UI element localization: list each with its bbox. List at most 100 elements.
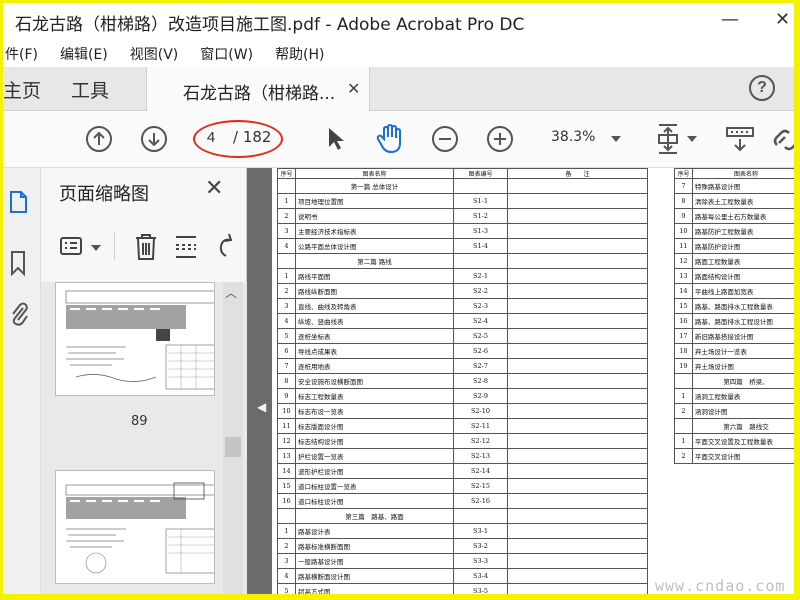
- scroll-mode-button[interactable]: [725, 125, 755, 157]
- table-row: 14 波形护栏设计图 S2-14: [277, 463, 648, 479]
- name-cell: 道口标柱设计图: [295, 493, 454, 509]
- table-row: 8 清除表土工程数量表: [674, 193, 794, 209]
- name-cell: 路基防护设计图: [691, 238, 794, 254]
- help-button[interactable]: ?: [749, 75, 775, 101]
- remark-cell: [507, 208, 648, 224]
- fit-page-icon: [658, 124, 678, 154]
- document-view[interactable]: ◀ 序号 图表名称 图表编号 备 注 第一篇 总体设计 1 项目地理位置图 S1-1 2…: [247, 168, 794, 594]
- section-row: 第六篇 路线交: [674, 418, 794, 434]
- code-cell: S3-2: [453, 538, 508, 554]
- menu-help[interactable]: 帮助(H): [275, 44, 324, 64]
- rotate-pages-button[interactable]: [213, 232, 239, 266]
- seq-cell: 7: [674, 178, 693, 194]
- code-cell: S2-16: [453, 493, 508, 509]
- options-dropdown-icon[interactable]: [91, 245, 101, 251]
- close-panel-icon[interactable]: ✕: [205, 176, 223, 201]
- page-thumbnails-icon: [10, 191, 27, 213]
- menu-file[interactable]: 件(F): [5, 44, 38, 64]
- minimize-button[interactable]: —: [721, 9, 739, 30]
- scroll-up-icon[interactable]: ︿: [225, 284, 237, 301]
- next-page-button[interactable]: [141, 126, 167, 152]
- remark-cell: [507, 223, 648, 239]
- seq-cell: 4: [277, 568, 296, 584]
- previous-page-button[interactable]: [86, 126, 112, 152]
- name-cell: 路面工程数量表: [691, 253, 794, 269]
- remark-cell: [507, 448, 648, 464]
- zoom-out-button[interactable]: [432, 126, 458, 152]
- remark-cell: [507, 583, 648, 594]
- name-cell: 路基、路面排水工程数量表: [691, 298, 794, 314]
- attachments-tool[interactable]: [9, 300, 29, 332]
- page-thumbnails-tool[interactable]: [8, 190, 28, 218]
- remark-cell: [507, 568, 648, 584]
- seq-cell: 8: [674, 193, 693, 209]
- col-remark-header: 备 注: [507, 168, 648, 179]
- remark-cell: [507, 418, 648, 434]
- collapse-pane-icon[interactable]: ◀: [257, 400, 266, 414]
- col-name-header: 图表名称: [295, 168, 454, 179]
- table-row: 13 护栏设置一览表 S2-13: [277, 448, 648, 464]
- remark-cell: [507, 313, 648, 329]
- table-row: 3 主要经济技术指标表 S1-3: [277, 223, 648, 239]
- zoom-level[interactable]: 38.3%: [551, 129, 595, 145]
- watermark: www.cndao.com: [655, 577, 786, 595]
- col-seq-header: 序号: [674, 168, 693, 179]
- page-fit-button[interactable]: [655, 123, 681, 159]
- delete-pages-button[interactable]: [133, 232, 159, 266]
- name-cell: 公路平面总体设计图: [295, 238, 454, 254]
- name-cell: 路基每公里土石方数量表: [691, 208, 794, 224]
- zoom-in-button[interactable]: [487, 126, 513, 152]
- seq-cell: 1: [674, 433, 693, 449]
- name-cell: 平曲线上路面加宽表: [691, 283, 794, 299]
- fit-dropdown-icon[interactable]: [687, 136, 697, 142]
- seq-cell: 3: [277, 298, 296, 314]
- page-thumbnail-89[interactable]: [55, 282, 215, 396]
- extract-pages-button[interactable]: [173, 232, 199, 266]
- hand-tool-button[interactable]: [375, 123, 405, 159]
- tab-document[interactable]: 石龙古路（柑梯路... ✕: [146, 67, 370, 112]
- thumbnails-panel: 页面缩略图 ✕ 89 ︿: [41, 168, 247, 594]
- page-thumbnail-90[interactable]: [55, 470, 215, 584]
- menu-view[interactable]: 视图(V): [130, 44, 179, 64]
- remark-cell: [507, 298, 648, 314]
- select-tool-button[interactable]: [325, 125, 347, 157]
- thumbnail-options-button[interactable]: [59, 234, 85, 262]
- name-cell: 波形护栏设计图: [295, 463, 454, 479]
- paperclip-icon: [12, 302, 28, 326]
- table-row: 11 路基防护设计图: [674, 238, 794, 254]
- seq-cell: 10: [277, 403, 296, 419]
- name-cell: 平面交叉设计图: [691, 448, 794, 464]
- link-button[interactable]: [773, 125, 794, 157]
- section-title-cell: 第二篇 路线: [295, 253, 454, 269]
- scrollbar-thumb[interactable]: [225, 437, 241, 457]
- col-name-header: 图表名称: [691, 168, 794, 179]
- menu-edit[interactable]: 编辑(E): [60, 44, 108, 64]
- bookmarks-tool[interactable]: [8, 250, 28, 280]
- table-row: 2 路基标准横断面图 S3-2: [277, 538, 648, 554]
- code-cell: S1-1: [453, 193, 508, 209]
- tab-tools[interactable]: 工具: [71, 76, 109, 103]
- table-row: 1 项目地理位置图 S1-1: [277, 193, 648, 209]
- col-code-header: 图表编号: [453, 168, 508, 179]
- code-cell: S2-6: [453, 343, 508, 359]
- tab-home[interactable]: 主页: [3, 76, 41, 103]
- zoom-dropdown-icon[interactable]: [611, 136, 621, 142]
- seq-cell: 4: [277, 238, 296, 254]
- section-row: 第二篇 路线: [277, 253, 648, 269]
- table-row: 12 标志结构设计图 S2-12: [277, 433, 648, 449]
- seq-cell: 1: [277, 523, 296, 539]
- remark-cell: [507, 238, 648, 254]
- seq-cell: [674, 373, 693, 389]
- page-preview: [65, 482, 214, 574]
- close-window-button[interactable]: ✕: [775, 9, 790, 30]
- trash-icon: [136, 234, 156, 260]
- seq-cell: 11: [674, 238, 693, 254]
- table-row: 4 公路平面总体设计图 S1-4: [277, 238, 648, 254]
- table-row: 1 路基设计表 S3-1: [277, 523, 648, 539]
- seq-cell: 10: [674, 223, 693, 239]
- name-cell: 逐桩坐标表: [295, 328, 454, 344]
- drawing-index-table-continued: 序号 图表名称 7 特殊路基设计图 8 清除表土工程数量表 9 路基每公里土石方数量表 10…: [674, 168, 794, 464]
- close-tab-icon[interactable]: ✕: [347, 79, 360, 98]
- menu-window[interactable]: 窗口(W): [200, 44, 253, 64]
- table-row: 18 弃土场设计一览表: [674, 343, 794, 359]
